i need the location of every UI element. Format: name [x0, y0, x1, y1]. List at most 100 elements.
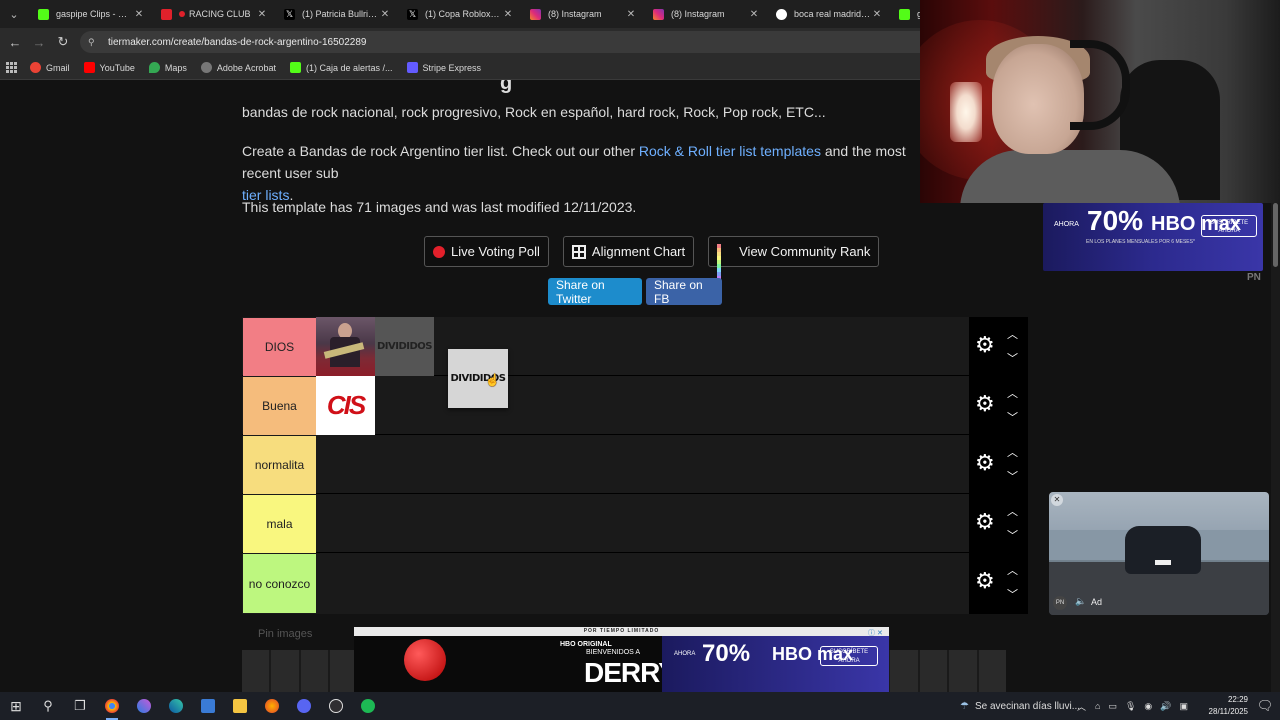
- banner-subscribe-button[interactable]: SUSCRÍBETE AHORA: [820, 646, 878, 666]
- spotify-icon[interactable]: [352, 692, 384, 720]
- tab-3[interactable]: 𝕏 (1) Copa Roblox (@C ✕: [397, 0, 520, 28]
- gear-icon[interactable]: ⚙: [975, 570, 995, 592]
- side-ad-hbo-max[interactable]: AHORA 70% HBO max SUSCRÍBETE AHORA EN LO…: [1043, 203, 1263, 271]
- live-voting-poll-button[interactable]: Live Voting Poll: [424, 236, 549, 267]
- band-image-cis[interactable]: CIS: [316, 376, 375, 435]
- tier-list: DIOS DIVIDIDOS ⚙ ︿ ﹀ Buena CIS ⚙ ︿ ﹀ nor…: [242, 317, 1028, 614]
- alignment-chart-button[interactable]: Alignment Chart: [562, 236, 695, 267]
- show-hidden-icons-icon[interactable]: ︿: [1077, 700, 1086, 713]
- volume-icon[interactable]: 🔈: [1075, 596, 1086, 607]
- microphone-icon[interactable]: 🎙: [1125, 701, 1136, 712]
- close-tab-icon[interactable]: ✕: [871, 9, 883, 20]
- gear-icon[interactable]: ⚙: [975, 452, 995, 474]
- camera-icon[interactable]: ◉: [1144, 701, 1152, 712]
- chevron-down-icon[interactable]: ﹀: [1007, 586, 1018, 602]
- tab-0[interactable]: gaspipe Clips - Watch ✕: [28, 0, 151, 28]
- chevron-up-icon[interactable]: ︿: [1007, 503, 1018, 519]
- close-tab-icon[interactable]: ✕: [256, 9, 268, 20]
- tier-row: no conozco ⚙ ︿ ﹀: [242, 553, 1028, 614]
- view-community-rank-button[interactable]: View Community Rank: [708, 236, 880, 280]
- share-twitter-button[interactable]: Share on Twitter: [548, 278, 642, 306]
- chevron-down-icon[interactable]: ﹀: [1007, 468, 1018, 484]
- band-image-guitarist[interactable]: [316, 317, 375, 376]
- display-icon[interactable]: ▭: [1108, 701, 1117, 712]
- close-tab-icon[interactable]: ✕: [133, 9, 145, 20]
- chevron-up-icon[interactable]: ︿: [1007, 444, 1018, 460]
- firefox-icon[interactable]: [256, 692, 288, 720]
- file-explorer-icon[interactable]: [224, 692, 256, 720]
- tier-drop-zone[interactable]: [316, 435, 968, 494]
- close-tab-icon[interactable]: ✕: [625, 9, 637, 20]
- rock-roll-templates-link[interactable]: Rock & Roll tier list templates: [639, 143, 821, 159]
- chrome-icon[interactable]: [96, 692, 128, 720]
- alert-box-icon: [289, 62, 301, 73]
- network-icon[interactable]: ⌂: [1095, 701, 1100, 711]
- discord-icon[interactable]: [288, 692, 320, 720]
- close-tab-icon[interactable]: ✕: [502, 9, 514, 20]
- tab-2[interactable]: 𝕏 (1) Patricia Bullrich en ✕: [274, 0, 397, 28]
- acrobat-icon: [200, 62, 212, 73]
- chevron-down-icon[interactable]: ﹀: [1007, 350, 1018, 366]
- page-scrollbar[interactable]: [1271, 203, 1280, 692]
- gear-icon[interactable]: ⚙: [975, 334, 995, 356]
- tier-drop-zone[interactable]: DIVIDIDOS: [316, 317, 968, 376]
- tier-label[interactable]: mala: [243, 495, 316, 553]
- obs-icon[interactable]: [320, 692, 352, 720]
- tier-label[interactable]: Buena: [243, 377, 316, 435]
- bookmark-acrobat[interactable]: Adobe Acrobat: [200, 62, 276, 73]
- bookmark-youtube[interactable]: YouTube: [83, 62, 135, 73]
- site-info-icon[interactable]: ⚲: [88, 37, 100, 47]
- reload-icon[interactable]: ↻: [51, 34, 75, 50]
- chevron-up-icon[interactable]: ︿: [1007, 562, 1018, 578]
- tier-controls: ⚙ ︿ ﹀: [969, 317, 1028, 376]
- apps-grid-icon[interactable]: [6, 61, 18, 74]
- windows-start-icon[interactable]: ⊞: [0, 692, 32, 720]
- share-fb-button[interactable]: Share on FB: [646, 278, 722, 306]
- tab-6[interactable]: boca real madrid - B ✕: [766, 0, 889, 28]
- tab-search-icon[interactable]: ⌄: [0, 0, 28, 28]
- bookmark-alerts[interactable]: (1) Caja de alertas /...: [289, 62, 393, 73]
- tier-label[interactable]: DIOS: [243, 318, 316, 376]
- bookmark-maps[interactable]: Maps: [148, 62, 187, 73]
- gear-icon[interactable]: ⚙: [975, 393, 995, 415]
- store-icon[interactable]: [192, 692, 224, 720]
- subscribe-button[interactable]: SUSCRÍBETE AHORA: [1201, 215, 1257, 237]
- back-icon[interactable]: ←: [3, 35, 27, 50]
- edge-icon[interactable]: [160, 692, 192, 720]
- system-clock[interactable]: 22:29 28/11/2025: [1196, 694, 1248, 718]
- alignment-grid-icon: [571, 244, 586, 259]
- video-ad[interactable]: ✕ PN 🔈 Ad: [1049, 492, 1269, 615]
- tab-4[interactable]: (8) Instagram ✕: [520, 0, 643, 28]
- bookmark-stripe[interactable]: Stripe Express: [406, 62, 481, 73]
- tier-label[interactable]: no conozco: [243, 554, 316, 613]
- tier-label[interactable]: normalita: [243, 436, 316, 494]
- ad-label: Ad: [1091, 597, 1103, 607]
- band-image-divididos-placeholder[interactable]: DIVIDIDOS: [375, 317, 434, 376]
- chevron-up-icon[interactable]: ︿: [1007, 326, 1018, 342]
- tier-drop-zone[interactable]: [316, 494, 968, 553]
- chevron-down-icon[interactable]: ﹀: [1007, 409, 1018, 425]
- banner-promo: AHORA 70% HBO max SUSCRÍBETE AHORA: [662, 636, 889, 692]
- close-icon[interactable]: ✕: [1051, 494, 1063, 506]
- search-icon[interactable]: ⚲: [32, 692, 64, 720]
- monitor-icon[interactable]: ▣: [1179, 701, 1188, 712]
- tier-drop-zone[interactable]: [316, 553, 968, 612]
- gear-icon[interactable]: ⚙: [975, 511, 995, 533]
- tab-1[interactable]: RACING CLUB ✕: [151, 0, 274, 28]
- tier-drop-zone[interactable]: CIS: [316, 376, 968, 435]
- chevron-up-icon[interactable]: ︿: [1007, 385, 1018, 401]
- forward-icon[interactable]: →: [27, 35, 51, 50]
- close-tab-icon[interactable]: ✕: [748, 9, 760, 20]
- weather-widget[interactable]: ☂ Se avecinan días lluvi...: [960, 692, 1080, 720]
- template-info: This template has 71 images and was last…: [242, 199, 637, 215]
- close-tab-icon[interactable]: ✕: [379, 9, 391, 20]
- chevron-down-icon[interactable]: ﹀: [1007, 527, 1018, 543]
- notifications-icon[interactable]: 🗨: [1250, 692, 1280, 720]
- tab-5[interactable]: (8) Instagram ✕: [643, 0, 766, 28]
- bookmark-gmail[interactable]: Gmail: [30, 62, 70, 73]
- speaker-icon[interactable]: 🔊: [1160, 701, 1171, 712]
- copilot-icon[interactable]: [128, 692, 160, 720]
- task-view-icon[interactable]: ❐: [64, 692, 96, 720]
- bottom-banner-ad[interactable]: POR TIEMPO LIMITADO ⓘ ✕ HBO ORIGINAL BIE…: [354, 627, 889, 692]
- scrollbar-thumb[interactable]: [1273, 203, 1278, 267]
